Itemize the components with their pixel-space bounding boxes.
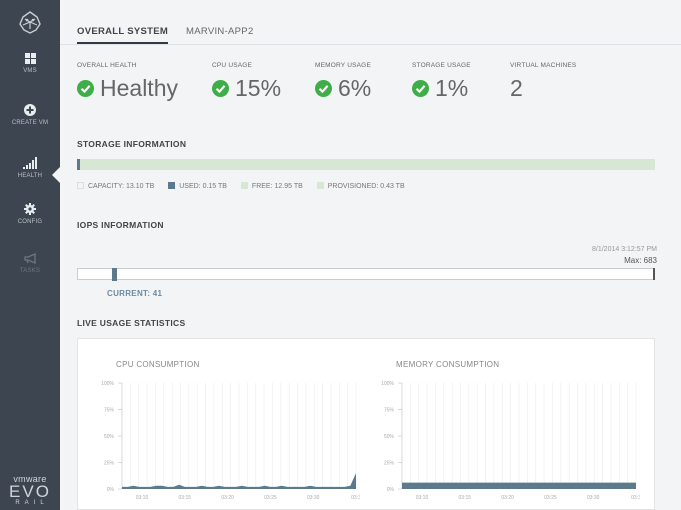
sidebar-item-label: TASKS [19,268,41,274]
y-tick-label: 75% [104,408,115,414]
free-swatch [240,182,248,189]
x-tick-label: 03:15 [179,495,192,501]
legend-label: USED: 0.15 TB [179,183,227,190]
tab-marvin-app2[interactable]: MARVIN-APP2 [186,26,254,42]
x-tick-label: 03:20 [501,495,514,501]
stat-value-row: 15% [212,75,281,102]
sidebar-item-health[interactable]: HEALTH [0,157,61,184]
stat-value-row: 2 [510,75,576,102]
sidebar-item-create-vm[interactable]: CREATE VM [0,104,60,126]
check-circle-icon [315,80,332,97]
main-content: OVERALL SYSTEM MARVIN-APP2 OVERALL HEALT… [60,0,681,510]
x-tick-label: 03:10 [416,495,429,501]
stat-value: 15% [235,75,282,101]
legend-provisioned: PROVISIONED: 0.43 TB [316,182,405,190]
iops-current-label: CURRENT: 41 [107,289,163,298]
iops-bar [77,268,655,281]
check-circle-icon [412,80,429,97]
x-tick-label: 03:20 [221,495,234,501]
evo-rail-logo-icon [19,11,41,34]
sidebar-item-label: CONFIG [17,219,43,225]
stat-value: 6% [338,75,372,101]
sidebar-item-label: VMS [23,68,37,74]
stat-cpu-usage: CPU USAGE 15% [212,62,281,102]
iops-max-marker [653,268,655,280]
storage-used-fill [77,159,80,170]
memory-consumption-chart: 0%25%50%75%100%03:10 03:15 03:20 03:25 03:30… [381,381,640,501]
x-tick-label: 03:3 [631,495,640,501]
check-circle-icon [212,80,229,97]
y-tick-label: 0% [387,487,395,493]
legend-free: FREE: 12.95 TB [240,182,303,190]
capacity-swatch [77,182,84,189]
legend-label: CAPACITY: 13.10 TB [88,183,155,190]
provisioned-swatch [316,182,324,189]
legend-label: PROVISIONED: 0.43 TB [327,183,405,190]
iops-current-marker [112,268,117,281]
stat-label: MEMORY USAGE [315,62,371,69]
gear-icon [24,203,36,215]
live-usage-statistics-title: LIVE USAGE STATISTICS [77,318,186,328]
x-tick-label: 03:25 [544,495,557,501]
stat-value: Healthy [100,75,178,101]
evo-wordmark: EVO [9,482,51,501]
stat-value: 1% [435,75,469,101]
storage-information-title: STORAGE INFORMATION [77,139,187,149]
iops-information-title: IOPS INFORMATION [77,220,164,230]
iops-max: Max: 683 [624,256,657,265]
sidebar-item-vms[interactable]: VMS [0,53,60,74]
cpu-consumption-chart: 0%25%50%75%100%03:10 03:15 03:20 03:25 03:30… [101,381,360,501]
y-tick-label: 0% [107,487,115,493]
legend-used: USED: 0.15 TB [168,182,227,190]
used-swatch [168,182,176,189]
stat-virtual-machines: VIRTUAL MACHINES 2 [510,62,576,102]
storage-legend: CAPACITY: 13.10 TB USED: 0.15 TB FREE: 1… [77,182,417,190]
y-tick-label: 100% [381,381,394,387]
x-tick-label: 03:30 [307,495,320,501]
y-tick-label: 50% [384,434,395,440]
sidebar-item-tasks[interactable]: TASKS [0,253,60,274]
sidebar-item-config[interactable]: CONFIG [0,203,60,225]
x-tick-label: 03:25 [264,495,277,501]
live-usage-panel: CPU CONSUMPTION MEMORY CONSUMPTION 0% 25%… [77,338,655,510]
stat-storage-usage: STORAGE USAGE 1% [412,62,471,102]
tab-overall-system[interactable]: OVERALL SYSTEM [77,26,169,44]
iops-timestamp: 8/1/2014 3:12:57 PM [592,246,657,253]
x-tick-label: 03:15 [459,495,472,501]
legend-capacity: CAPACITY: 13.10 TB [77,182,155,190]
stat-label: STORAGE USAGE [412,62,471,69]
memory-consumption-title: MEMORY CONSUMPTION [396,360,500,369]
stat-label: OVERALL HEALTH [77,62,137,69]
megaphone-icon [23,253,36,264]
y-tick-label: 25% [384,461,395,467]
stat-value-row: 6% [315,75,371,102]
stat-label: CPU USAGE [212,62,253,69]
legend-label: FREE: 12.95 TB [251,183,303,190]
grid-icon [24,53,36,64]
stat-value-row: 1% [412,75,471,102]
x-tick-label: 03:3 [351,495,360,501]
check-circle-icon [77,80,94,97]
sidebar-item-label: HEALTH [17,173,43,179]
y-tick-label: 100% [101,381,114,387]
stat-label: VIRTUAL MACHINES [510,62,577,69]
series-area [402,482,636,489]
storage-bar [77,159,655,170]
sidebar-item-label: CREATE VM [11,120,49,126]
y-tick-label: 25% [104,461,115,467]
x-tick-label: 03:30 [587,495,600,501]
sidebar: VMS CREATE VM HEALTH CONFIG TASKS vmware… [0,0,61,510]
plus-circle-icon [24,104,36,116]
stat-value-row: Healthy [77,75,178,102]
signal-bars-icon [23,157,37,169]
stat-overall-health: OVERALL HEALTH Healthy [77,62,178,102]
stat-value: 2 [510,75,523,101]
cpu-consumption-title: CPU CONSUMPTION [116,360,200,369]
vmware-evo-rail-brand: vmware EVO RAIL [0,474,60,506]
y-tick-label: 50% [104,434,115,440]
x-tick-label: 03:10 [136,495,149,501]
stat-memory-usage: MEMORY USAGE 6% [315,62,371,102]
tab-bar: OVERALL SYSTEM MARVIN-APP2 [60,0,681,45]
y-tick-label: 75% [384,408,395,414]
